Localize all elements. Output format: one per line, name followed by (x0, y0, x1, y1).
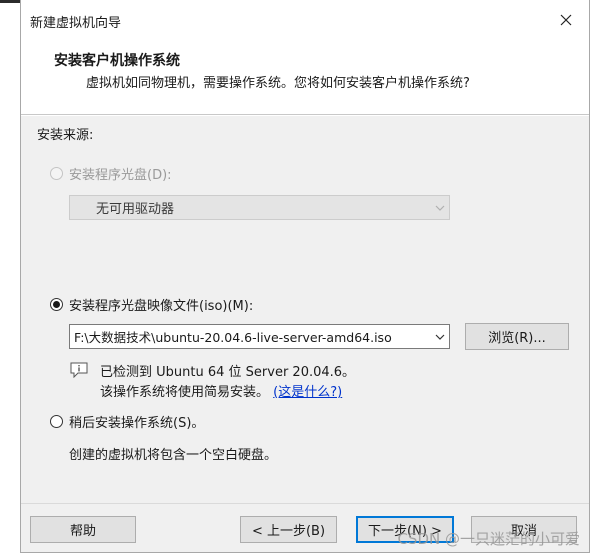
header-divider-highlight (21, 115, 589, 116)
iso-option[interactable]: 安装程序光盘映像文件(iso)(M): (50, 295, 253, 314)
window-title: 新建虚拟机向导 (30, 16, 122, 31)
detected-os-text: 已检测到 Ubuntu 64 位 Server 20.04.6。 (100, 365, 356, 380)
browse-button[interactable]: 浏览(R)... (465, 323, 569, 350)
iso-path-select[interactable]: F:\大数据技术\ubuntu-20.04.6-live-server-amd6… (69, 324, 450, 349)
drive-select[interactable]: 无可用驱动器 (69, 195, 450, 220)
page-subtitle: 虚拟机如同物理机，需要操作系统。您将如何安装客户机操作系统? (86, 76, 470, 91)
install-later-radio[interactable] (50, 415, 63, 428)
help-button[interactable]: 帮助 (30, 516, 136, 543)
page-title: 安装客户机操作系统 (54, 53, 180, 69)
easy-install-note: 该操作系统将使用简易安装。 (这是什么?) (100, 381, 342, 400)
iso-radio[interactable] (50, 298, 63, 311)
install-source-label: 安装来源: (37, 128, 94, 143)
close-button[interactable] (543, 0, 589, 40)
disc-radio[interactable] (50, 167, 63, 180)
footer-divider (21, 503, 589, 504)
easy-install-text: 该操作系统将使用简易安装。 (100, 385, 270, 400)
disc-option[interactable]: 安装程序光盘(D): (50, 164, 172, 183)
iso-option-label: 安装程序光盘映像文件(iso)(M): (69, 299, 254, 314)
close-icon (560, 14, 572, 26)
iso-path-value: F:\大数据技术\ubuntu-20.04.6-live-server-amd6… (74, 330, 392, 345)
chevron-down-icon (431, 196, 449, 219)
wizard-header: 安装客户机操作系统 虚拟机如同物理机，需要操作系统。您将如何安装客户机操作系统? (21, 40, 589, 114)
whats-this-link[interactable]: (这是什么?) (273, 385, 342, 400)
disc-option-label: 安装程序光盘(D): (69, 168, 172, 183)
title-bar: 新建虚拟机向导 (21, 0, 589, 40)
csdn-watermark: CSDN @一只迷茫的小可爱 (397, 530, 580, 548)
chevron-down-icon (431, 325, 449, 348)
install-later-label: 稍后安装操作系统(S)。 (69, 416, 205, 431)
drive-select-value: 无可用驱动器 (96, 202, 175, 217)
info-icon (70, 362, 88, 382)
new-vm-wizard-dialog: 新建虚拟机向导 安装客户机操作系统 虚拟机如同物理机，需要操作系统。您将如何安装… (20, 0, 590, 553)
back-button[interactable]: < 上一步(B) (240, 516, 337, 543)
desktop-strip-left (0, 0, 20, 3)
install-later-option[interactable]: 稍后安装操作系统(S)。 (50, 412, 204, 431)
blank-disk-description: 创建的虚拟机将包含一个空白硬盘。 (69, 448, 278, 463)
